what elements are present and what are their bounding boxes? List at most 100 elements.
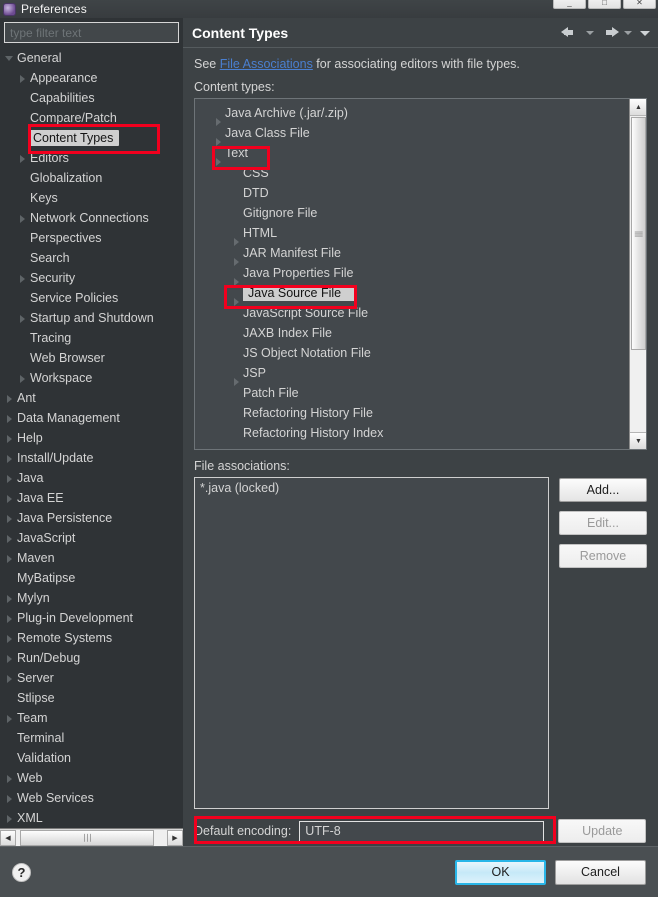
- sidebar-item-mylyn[interactable]: Mylyn: [4, 588, 180, 608]
- expander-triangle-icon[interactable]: [4, 773, 15, 784]
- sidebar-item-data-management[interactable]: Data Management: [4, 408, 180, 428]
- sidebar-item-startup-and-shutdown[interactable]: Startup and Shutdown: [4, 308, 180, 328]
- default-encoding-input[interactable]: [299, 820, 545, 842]
- sidebar-item-java[interactable]: Java: [4, 468, 180, 488]
- expander-triangle-icon[interactable]: [4, 553, 15, 564]
- sidebar-item-content-types[interactable]: Content Types: [4, 128, 180, 148]
- expander-triangle-icon[interactable]: [17, 273, 28, 284]
- list-item[interactable]: *.java (locked): [200, 481, 543, 495]
- cancel-button[interactable]: Cancel: [555, 859, 646, 885]
- expander-triangle-icon[interactable]: [4, 453, 15, 464]
- sidebar-item-web-browser[interactable]: Web Browser: [4, 348, 180, 368]
- ok-button[interactable]: OK: [455, 859, 546, 885]
- sidebar-item-javascript[interactable]: JavaScript: [4, 528, 180, 548]
- sidebar-item-run-debug[interactable]: Run/Debug: [4, 648, 180, 668]
- scroll-down-icon[interactable]: ▼: [630, 432, 646, 449]
- expander-triangle-icon[interactable]: [17, 73, 28, 84]
- expander-triangle-icon[interactable]: [4, 713, 15, 724]
- sidebar-item-xml[interactable]: XML: [4, 808, 180, 828]
- expander-triangle-icon[interactable]: [4, 633, 15, 644]
- sidebar-item-validation[interactable]: Validation: [4, 748, 180, 768]
- sidebar-item-compare-patch[interactable]: Compare/Patch: [4, 108, 180, 128]
- content-type-item-java-class-file[interactable]: Java Class File: [195, 123, 646, 146]
- sidebar-item-stlipse[interactable]: Stlipse: [4, 688, 180, 708]
- sidebar-item-editors[interactable]: Editors: [4, 148, 180, 168]
- help-icon[interactable]: ?: [12, 862, 31, 882]
- scroll-right-icon[interactable]: ▶: [167, 829, 183, 846]
- sidebar-item-java-ee[interactable]: Java EE: [4, 488, 180, 508]
- expander-triangle-icon[interactable]: [4, 413, 15, 424]
- content-type-item-refactoring-history-file[interactable]: Refactoring History File: [195, 403, 646, 423]
- view-menu-chevron-down-icon[interactable]: [638, 25, 650, 41]
- forward-history-chevron-down-icon[interactable]: [622, 25, 634, 41]
- preferences-tree[interactable]: General Appearance Capabilities Compare/Pat…: [4, 48, 180, 837]
- expander-triangle-icon[interactable]: [4, 473, 15, 484]
- sidebar-item-plug-in-development[interactable]: Plug-in Development: [4, 608, 180, 628]
- content-type-item-refactoring-history-index[interactable]: Refactoring History Index: [195, 423, 646, 443]
- expander-triangle-icon[interactable]: [17, 373, 28, 384]
- scroll-thumb[interactable]: ∥∥: [631, 117, 646, 350]
- search-input[interactable]: [4, 22, 179, 43]
- content-type-item-java-archive-jar-zip[interactable]: Java Archive (.jar/.zip): [195, 103, 646, 126]
- add-button[interactable]: Add...: [559, 478, 647, 502]
- sidebar-item-java-persistence[interactable]: Java Persistence: [4, 508, 180, 528]
- scroll-track[interactable]: ∣∣∣: [16, 829, 167, 846]
- expander-triangle-icon[interactable]: [17, 313, 28, 324]
- expander-triangle-icon[interactable]: [17, 153, 28, 164]
- expander-triangle-icon[interactable]: [4, 53, 15, 64]
- expander-triangle-icon[interactable]: [4, 653, 15, 664]
- scroll-thumb[interactable]: ∣∣∣: [20, 829, 154, 846]
- sidebar-item-mybatipse[interactable]: MyBatipse: [4, 568, 180, 588]
- maximize-icon[interactable]: □: [588, 0, 621, 9]
- expander-triangle-icon[interactable]: [4, 493, 15, 504]
- close-icon[interactable]: ✕: [623, 0, 656, 9]
- content-type-item-jsp[interactable]: JSP: [195, 363, 646, 386]
- scroll-up-icon[interactable]: ▲: [630, 99, 646, 116]
- expander-triangle-icon[interactable]: [4, 533, 15, 544]
- expander-triangle-icon[interactable]: [4, 593, 15, 604]
- content-type-item-text[interactable]: Text: [195, 143, 646, 166]
- content-type-item-dtd[interactable]: DTD: [195, 183, 646, 203]
- sidebar-item-service-policies[interactable]: Service Policies: [4, 288, 180, 308]
- sidebar-item-maven[interactable]: Maven: [4, 548, 180, 568]
- content-type-item-jaxb-index-file[interactable]: JAXB Index File: [195, 323, 646, 343]
- sidebar-item-perspectives[interactable]: Perspectives: [4, 228, 180, 248]
- sidebar-item-keys[interactable]: Keys: [4, 188, 180, 208]
- forward-arrow-icon[interactable]: [600, 25, 619, 41]
- content-type-item-html[interactable]: HTML: [195, 223, 646, 246]
- scroll-left-icon[interactable]: ◀: [0, 829, 16, 846]
- sidebar-horizontal-scrollbar[interactable]: ◀ ∣∣∣ ▶: [0, 828, 183, 846]
- sidebar-item-terminal[interactable]: Terminal: [4, 728, 180, 748]
- sidebar-item-tracing[interactable]: Tracing: [4, 328, 180, 348]
- sidebar-item-globalization[interactable]: Globalization: [4, 168, 180, 188]
- expander-triangle-icon[interactable]: [4, 613, 15, 624]
- sidebar-item-remote-systems[interactable]: Remote Systems: [4, 628, 180, 648]
- sidebar-item-web[interactable]: Web: [4, 768, 180, 788]
- sidebar-item-install-update[interactable]: Install/Update: [4, 448, 180, 468]
- expander-triangle-icon[interactable]: [4, 813, 15, 824]
- remove-button[interactable]: Remove: [559, 544, 647, 568]
- sidebar-item-workspace[interactable]: Workspace: [4, 368, 180, 388]
- edit-button[interactable]: Edit...: [559, 511, 647, 535]
- sidebar-item-general[interactable]: General: [4, 48, 180, 68]
- expander-triangle-icon[interactable]: [4, 513, 15, 524]
- content-type-item-gitignore-file[interactable]: Gitignore File: [195, 203, 646, 223]
- file-associations-link[interactable]: File Associations: [220, 57, 313, 71]
- sidebar-item-help[interactable]: Help: [4, 428, 180, 448]
- sidebar-item-ant[interactable]: Ant: [4, 388, 180, 408]
- expander-triangle-icon[interactable]: [17, 213, 28, 224]
- content-type-item-jar-manifest-file[interactable]: JAR Manifest File: [195, 243, 646, 266]
- content-type-item-patch-file[interactable]: Patch File: [195, 383, 646, 403]
- expander-triangle-icon[interactable]: [4, 393, 15, 404]
- content-type-item-css[interactable]: CSS: [195, 163, 646, 183]
- sidebar-item-capabilities[interactable]: Capabilities: [4, 88, 180, 108]
- back-history-chevron-down-icon[interactable]: [584, 25, 596, 41]
- content-types-vertical-scrollbar[interactable]: ▲ ∥∥ ▼: [629, 99, 646, 449]
- content-type-item-javascript-source-file[interactable]: JavaScript Source File: [195, 303, 646, 323]
- sidebar-item-search[interactable]: Search: [4, 248, 180, 268]
- content-types-list[interactable]: Java Archive (.jar/.zip) Java Class File T…: [194, 98, 647, 450]
- sidebar-item-security[interactable]: Security: [4, 268, 180, 288]
- expander-triangle-icon[interactable]: [4, 433, 15, 444]
- sidebar-item-network-connections[interactable]: Network Connections: [4, 208, 180, 228]
- update-button[interactable]: Update: [558, 819, 647, 843]
